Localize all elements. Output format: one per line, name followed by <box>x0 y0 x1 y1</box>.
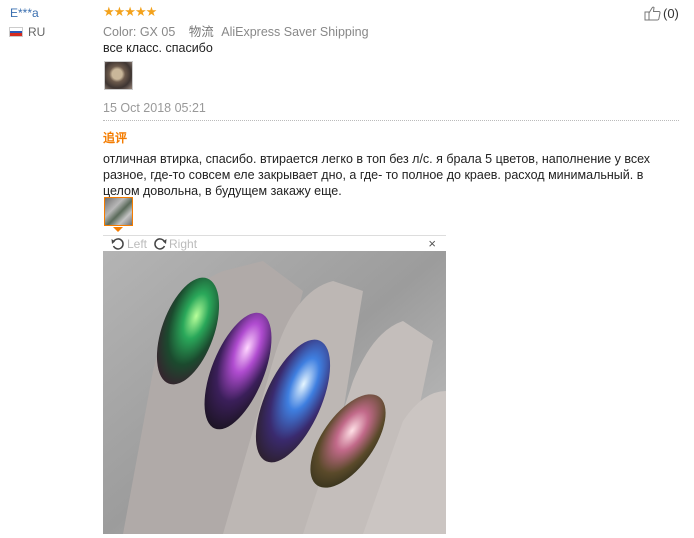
divider <box>103 120 679 121</box>
review-photo-thumbnail[interactable] <box>104 61 133 90</box>
image-viewer-toolbar: Left Right × <box>103 235 446 252</box>
thumbs-up-icon <box>644 6 661 21</box>
nails-photo <box>103 251 446 534</box>
reviewer-name: E***a <box>10 6 39 20</box>
shipping-value: AliExpress Saver Shipping <box>221 25 369 39</box>
review-meta: Color: GX 05 物流 AliExpress Saver Shippin… <box>103 21 369 40</box>
close-viewer-button[interactable]: × <box>428 236 436 251</box>
rotate-right-button[interactable]: Right <box>153 237 197 251</box>
review-photo-large <box>103 251 446 534</box>
rotate-right-label: Right <box>169 237 198 251</box>
review-date: 15 Oct 2018 05:21 <box>103 101 206 115</box>
reviewer-country: RU <box>9 25 45 39</box>
star-rating: ★★★★★ <box>103 4 157 19</box>
color-value: GX 05 <box>139 25 176 39</box>
rotate-left-icon <box>111 238 124 250</box>
helpful-count: (0) <box>663 6 679 21</box>
helpful-button[interactable]: (0) <box>644 6 679 21</box>
selected-thumb-indicator <box>113 227 123 232</box>
rotate-left-label: Left <box>127 237 148 251</box>
country-code: RU <box>28 25 46 39</box>
review-text: все класс. спасибо <box>103 41 213 55</box>
color-label: Color: <box>103 25 137 39</box>
rotate-right-icon <box>154 238 167 250</box>
russia-flag-icon <box>9 27 23 37</box>
followup-text: отличная втирка, спасибо. втирается легк… <box>103 152 651 198</box>
rotate-left-button[interactable]: Left <box>111 237 147 251</box>
followup-label: 追评 <box>103 131 128 145</box>
shipping-label: 物流 <box>188 25 214 39</box>
followup-photo-thumbnail[interactable] <box>104 197 133 226</box>
